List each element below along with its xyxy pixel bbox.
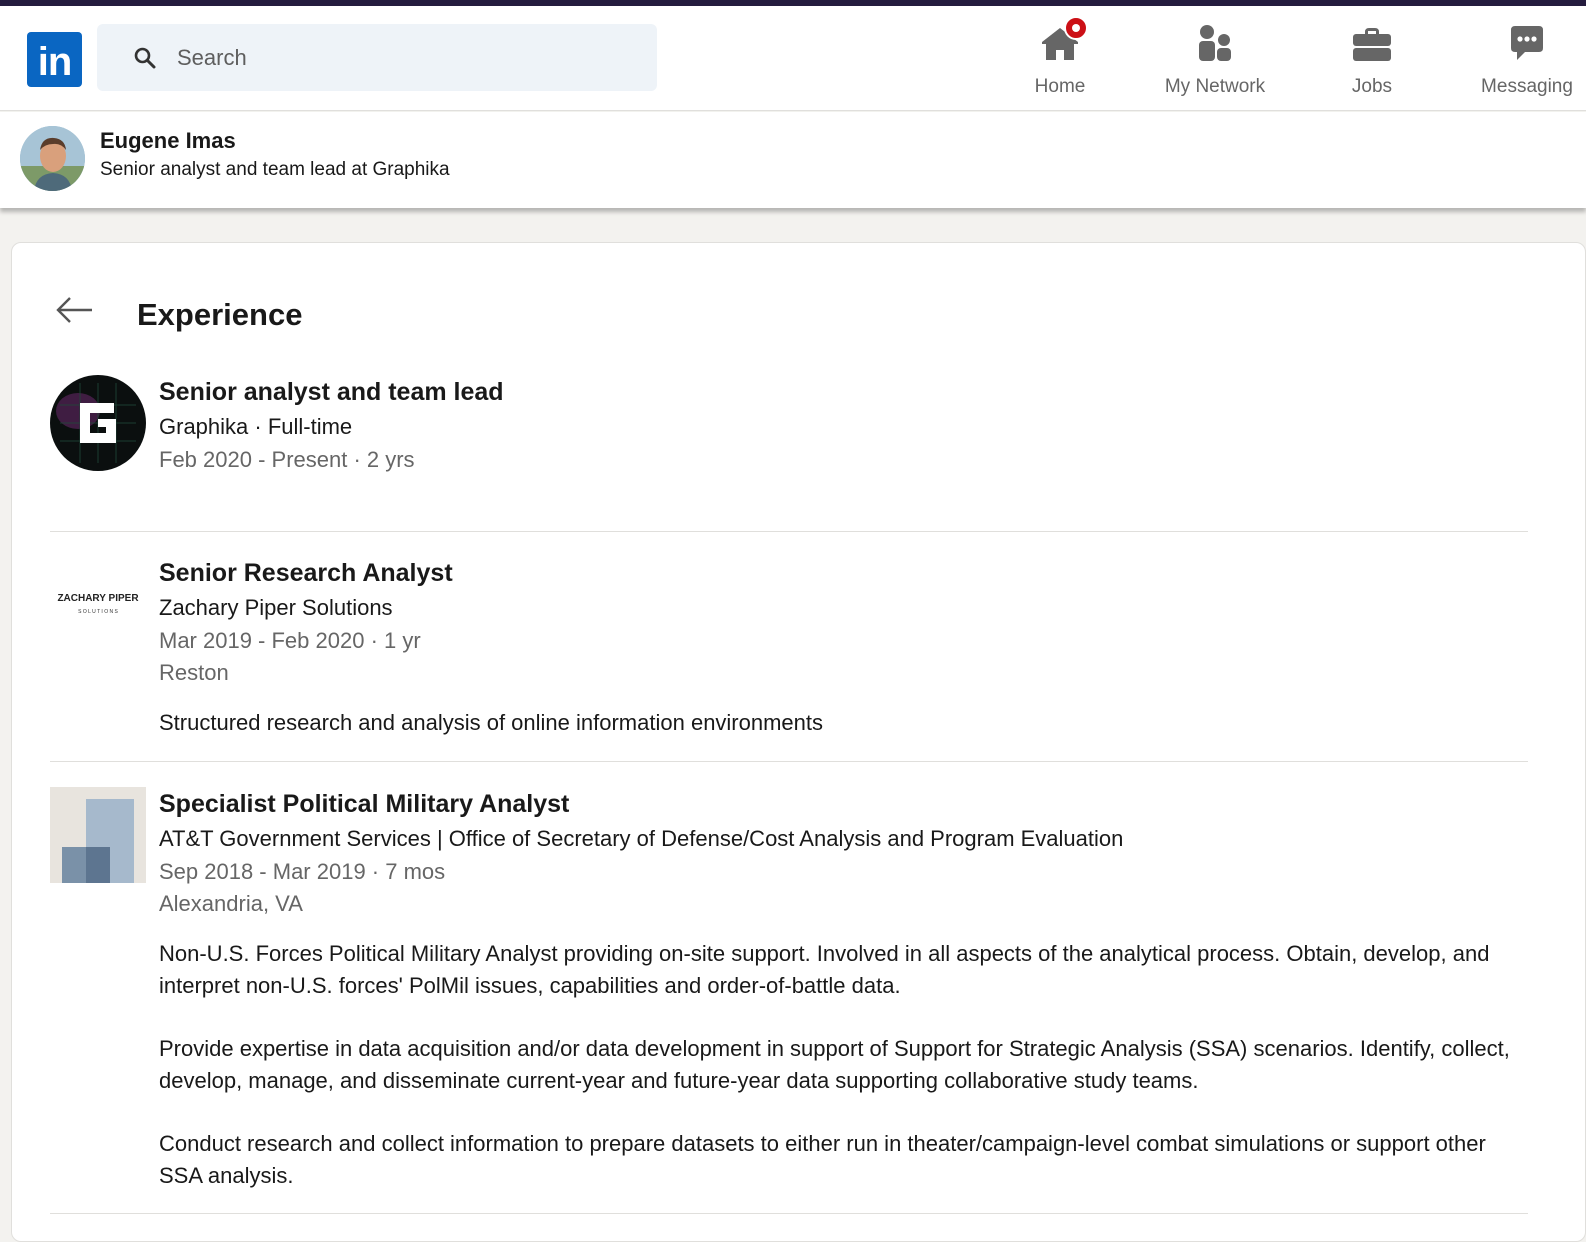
company-name: Zachary Piper Solutions	[159, 595, 393, 620]
experience-card: Experience Senior analyst and team lead …	[11, 242, 1586, 1242]
zachary-piper-logo-text: ZACHARY PIPER	[57, 593, 139, 604]
nav-my-network-label: My Network	[1164, 76, 1266, 97]
avatar[interactable]	[20, 126, 85, 191]
section-title: Experience	[137, 297, 303, 332]
nav-messaging[interactable]: Messaging	[1468, 22, 1586, 106]
briefcase-icon	[1350, 22, 1394, 66]
job-description-paragraph: Conduct research and collect information…	[159, 1131, 1486, 1188]
nav-jobs-label: Jobs	[1351, 76, 1393, 97]
divider	[50, 531, 1528, 532]
divider	[50, 761, 1528, 762]
nav-home[interactable]: Home	[1018, 16, 1102, 106]
experience-item: Specialist Political Military Analyst AT…	[50, 787, 1530, 1237]
graphika-logo-icon[interactable]	[50, 375, 146, 471]
job-title[interactable]: Specialist Political Military Analyst	[159, 787, 1519, 821]
search-input[interactable]: Search	[97, 24, 657, 91]
nav-my-network[interactable]: My Network	[1150, 22, 1280, 106]
company-name: Graphika · Full-time	[159, 414, 353, 439]
search-placeholder: Search	[177, 44, 247, 70]
nav-jobs[interactable]: Jobs	[1330, 22, 1414, 106]
placeholder-company-logo-icon[interactable]	[50, 787, 146, 883]
job-dates: Mar 2019 - Feb 2020 · 1 yr	[159, 628, 421, 653]
job-dates: Sep 2018 - Mar 2019 · 7 mos	[159, 859, 446, 884]
experience-item: Senior analyst and team lead Graphika · …	[50, 375, 1530, 485]
chat-bubble-icon	[1505, 22, 1549, 66]
profile-headline: Senior analyst and team lead at Graphika	[100, 159, 450, 180]
job-title[interactable]: Senior analyst and team lead	[159, 375, 1519, 409]
linkedin-logo[interactable]: in	[27, 32, 82, 87]
job-location: Reston	[159, 660, 229, 685]
job-title[interactable]: Senior Research Analyst	[159, 556, 1519, 590]
global-nav: in Search Home My Network Jobs Messaging	[0, 6, 1586, 111]
zachary-piper-logo-subtext: S O L U T I O N S	[78, 609, 118, 615]
divider	[50, 1213, 1528, 1214]
people-icon	[1193, 22, 1237, 66]
job-description-paragraph: Non-U.S. Forces Political Military Analy…	[159, 941, 1490, 998]
home-icon	[1038, 16, 1088, 66]
nav-home-label: Home	[1034, 76, 1086, 97]
experience-item: ZACHARY PIPER S O L U T I O N S Senior R…	[50, 556, 1530, 756]
job-description: Structured research and analysis of onli…	[159, 710, 824, 735]
profile-name: Eugene Imas	[100, 128, 236, 153]
nav-messaging-label: Messaging	[1481, 76, 1573, 97]
zachary-piper-logo[interactable]: ZACHARY PIPER S O L U T I O N S	[50, 556, 146, 652]
search-icon	[134, 47, 156, 68]
linkedin-logo-text: in	[37, 39, 73, 84]
company-name: AT&T Government Services | Office of Sec…	[159, 826, 1124, 851]
back-button[interactable]	[52, 288, 96, 332]
arrow-left-icon	[56, 297, 92, 323]
job-dates: Feb 2020 - Present · 2 yrs	[159, 447, 415, 472]
job-description-paragraph: Provide expertise in data acquisition an…	[159, 1036, 1510, 1093]
profile-header: Eugene Imas Senior analyst and team lead…	[0, 112, 1586, 208]
job-location: Alexandria, VA	[159, 891, 303, 916]
notification-badge	[1064, 16, 1088, 40]
